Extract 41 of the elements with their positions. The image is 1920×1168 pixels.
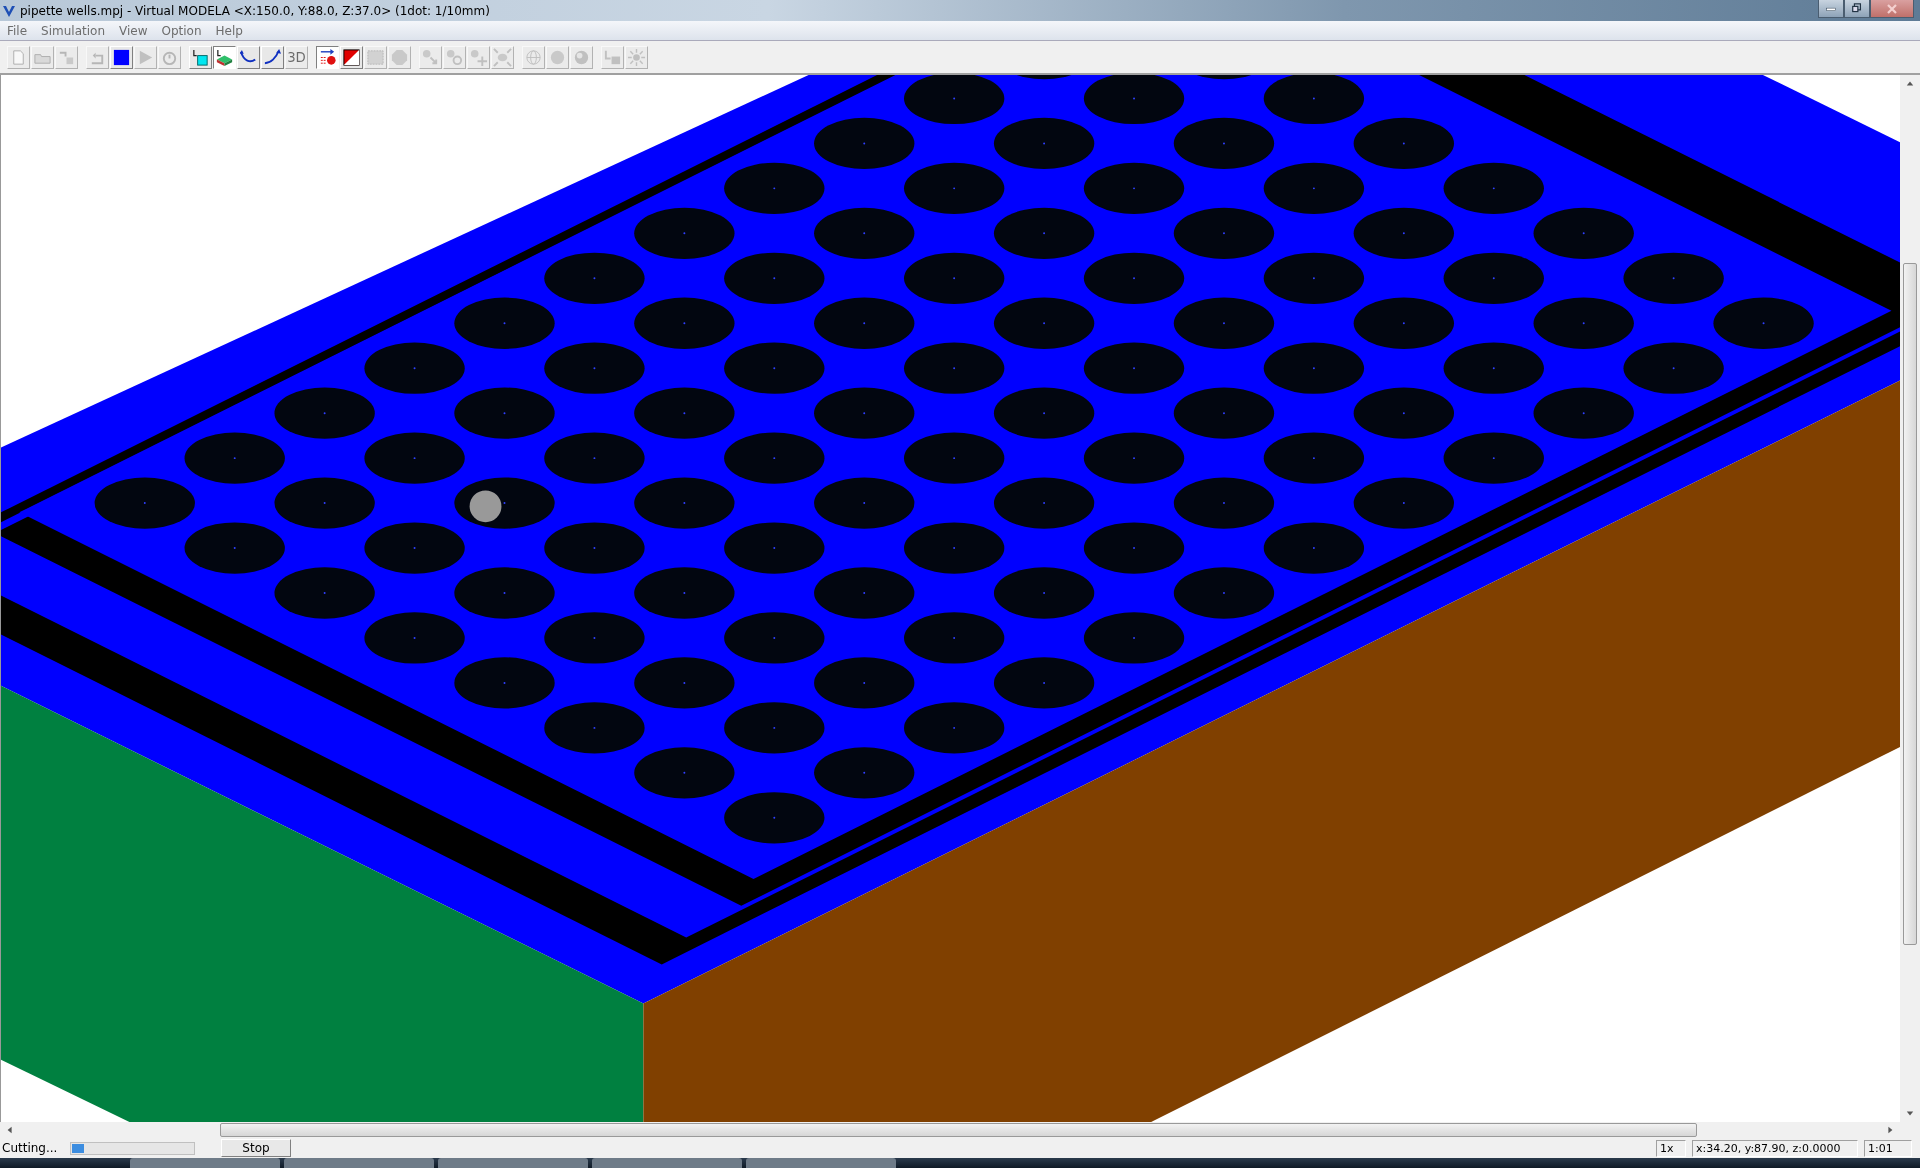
split-square-icon bbox=[342, 47, 361, 67]
toolbar-button[interactable] bbox=[316, 45, 339, 69]
close-button[interactable] bbox=[1870, 0, 1914, 18]
taskbar-button[interactable] bbox=[130, 1158, 280, 1168]
taskbar-button[interactable] bbox=[592, 1158, 742, 1168]
menu-item[interactable]: View bbox=[112, 23, 155, 38]
cursor-coordinates: x:34.20, y:87.90, z:0.0000 bbox=[1692, 1139, 1858, 1157]
toolbar-button[interactable] bbox=[213, 45, 236, 69]
cube-icon bbox=[191, 47, 210, 67]
zoom-icon bbox=[445, 47, 464, 67]
arrow-ball-icon bbox=[318, 47, 337, 67]
menu-item[interactable]: Simulation bbox=[34, 23, 112, 38]
octagon-icon bbox=[390, 47, 409, 67]
tool-tip-marker bbox=[469, 490, 502, 523]
curve-arrow-icon bbox=[263, 47, 282, 67]
app-logo-icon bbox=[2, 3, 16, 18]
taskbar-button[interactable] bbox=[438, 1158, 588, 1168]
close-icon bbox=[1885, 2, 1899, 15]
menu-item[interactable]: File bbox=[0, 23, 35, 38]
elapsed-time: 1:01 bbox=[1864, 1139, 1912, 1157]
crosshair-icon bbox=[469, 47, 488, 67]
horizontal-scrollbar-thumb[interactable] bbox=[220, 1123, 1697, 1137]
zoom-icon bbox=[421, 47, 440, 67]
wireframe-sphere-icon bbox=[524, 47, 543, 67]
minimize-button[interactable] bbox=[1818, 0, 1844, 18]
menu-item[interactable]: Help bbox=[208, 23, 250, 38]
maximize-button[interactable] bbox=[1844, 0, 1870, 18]
status-message: Cutting... bbox=[1, 1141, 59, 1155]
window-title: pipette wells.mpj - Virtual MODELA <X:150.0, Y:88.0, Z:37.0> (1dot: 1/10mm) bbox=[20, 3, 490, 18]
block-icon bbox=[215, 47, 234, 67]
frame-icon bbox=[366, 47, 385, 67]
light-icon bbox=[627, 47, 646, 67]
restore-icon bbox=[1851, 3, 1863, 14]
menu-item[interactable]: Option bbox=[154, 23, 209, 38]
fit-view-icon bbox=[493, 47, 512, 67]
taskbar-button[interactable] bbox=[746, 1158, 896, 1168]
square-icon bbox=[112, 47, 131, 67]
stop-button[interactable]: Stop bbox=[221, 1139, 291, 1157]
vertical-scrollbar-thumb[interactable] bbox=[1903, 263, 1917, 945]
taskbar-button[interactable] bbox=[284, 1158, 434, 1168]
zoom-level: 1x bbox=[1656, 1139, 1686, 1157]
